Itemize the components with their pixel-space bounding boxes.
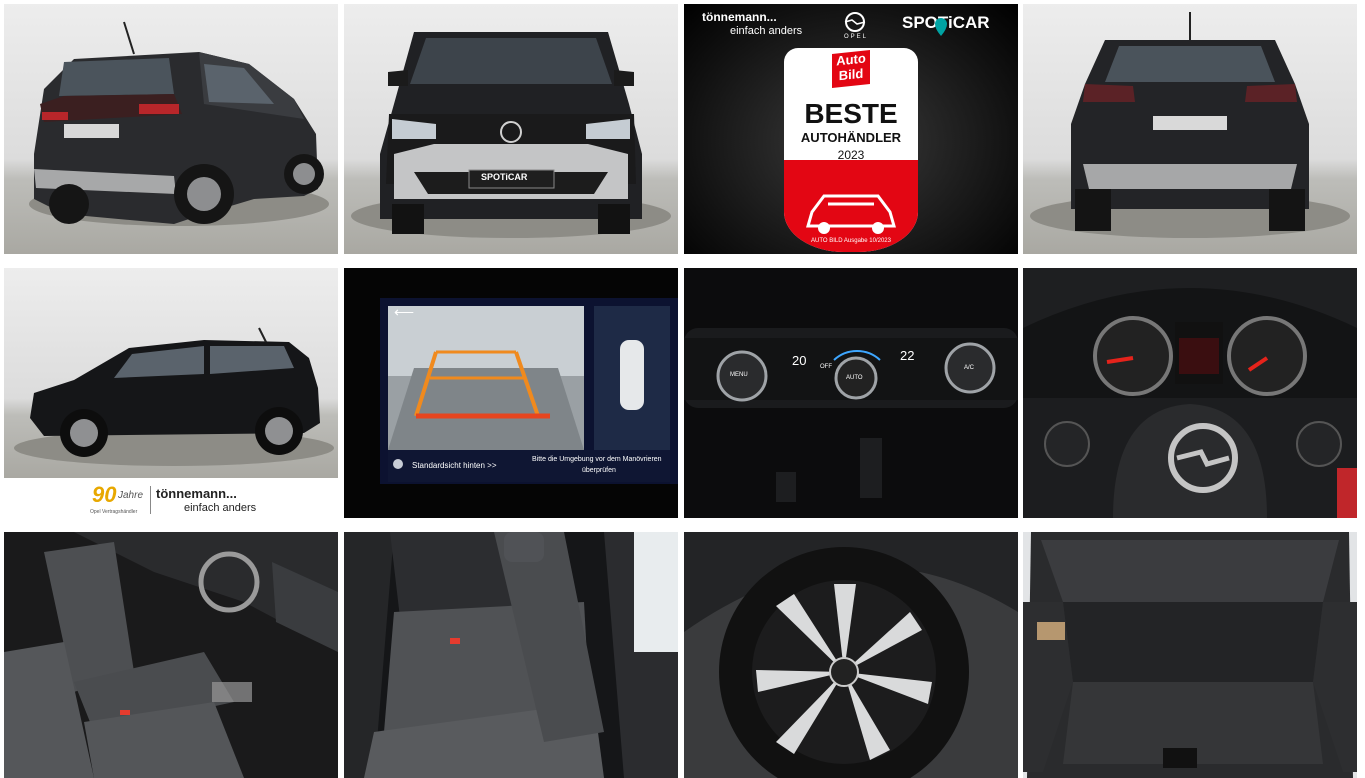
award-subtitle: AUTOHÄNDLER xyxy=(800,130,902,145)
front-seats-image xyxy=(4,532,338,778)
dealer-name: tönnemann... xyxy=(156,486,237,501)
photo-rear-camera-display[interactable]: ⟵ Standardsicht hinten >> Bitte die Umge… xyxy=(344,268,678,518)
photo-rear-three-quarter[interactable] xyxy=(4,4,338,254)
trunk-image xyxy=(1023,532,1357,778)
photo-front[interactable]: SPOTiCAR xyxy=(344,4,678,254)
off-label: OFF xyxy=(820,364,832,370)
photo-gallery: SPOTiCAR tönnemann... einfach anders OPE… xyxy=(0,0,1365,778)
back-arrow-icon: ⟵ xyxy=(394,304,415,320)
photo-rear-seats[interactable] xyxy=(344,532,678,778)
climate-panel-image xyxy=(684,328,1018,502)
logo-divider xyxy=(150,486,151,514)
photo-instrument-cluster[interactable] xyxy=(1023,268,1357,518)
award-red-band: AUTO BILD Ausgabe 10/2023 xyxy=(784,160,918,252)
wheel-image xyxy=(684,532,1018,778)
camera-view-label: Standardsicht hinten >> xyxy=(412,461,497,470)
award-tile[interactable]: tönnemann... einfach anders OPEL SPOTiCA… xyxy=(684,4,1018,254)
car-side-image xyxy=(14,327,334,466)
photo-climate-control[interactable]: MENU 20 OFF 22 AUTO A/C xyxy=(684,268,1018,518)
award-source: AUTO BILD Ausgabe 10/2023 xyxy=(811,238,891,244)
car-front-image xyxy=(351,32,671,238)
award-badge: Auto Bild BESTE AUTOHÄNDLER 2023 AUTO BI… xyxy=(784,48,918,252)
license-plate-text: SPOTiCAR xyxy=(481,172,528,182)
photo-trunk[interactable] xyxy=(1023,532,1357,778)
anniversary-subtitle: Opel Vertragshändler xyxy=(90,509,138,515)
photo-wheel[interactable] xyxy=(684,532,1018,778)
anniversary-word: Jahre xyxy=(118,490,144,501)
photo-front-seats[interactable] xyxy=(4,532,338,778)
award-title: BESTE xyxy=(804,98,898,129)
rear-seats-image xyxy=(344,532,678,778)
photo-rear[interactable] xyxy=(1023,4,1357,254)
ac-button-label: A/C xyxy=(964,365,975,371)
car-rear-three-quarter-image xyxy=(29,21,329,226)
photo-side-with-dealer-logo[interactable]: 90 Jahre Opel Vertragshändler tönnemann.… xyxy=(4,268,338,518)
menu-button-label: MENU xyxy=(730,372,748,378)
right-temperature: 22 xyxy=(900,348,915,363)
car-rear-image xyxy=(1030,12,1350,238)
camera-warning-line2: überprüfen xyxy=(582,467,616,474)
auto-button-label: AUTO xyxy=(846,375,863,381)
camera-warning-line1: Bitte die Umgebung vor dem Manövrieren xyxy=(532,456,662,463)
autobild-logo: Auto Bild xyxy=(832,50,870,88)
steering-wheel-image xyxy=(1023,268,1357,518)
dealer-tagline: einfach anders xyxy=(184,502,257,514)
anniversary-number: 90 xyxy=(92,482,117,507)
left-temperature: 20 xyxy=(792,353,807,368)
